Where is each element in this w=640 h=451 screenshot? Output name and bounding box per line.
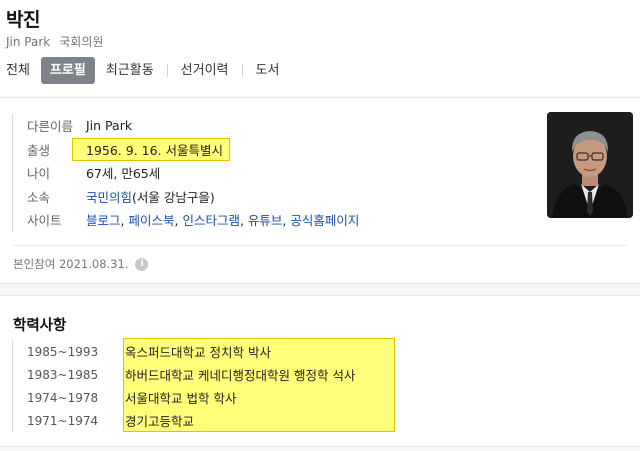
education-years: 1971~1974	[27, 413, 99, 428]
education-item: 1983~1985 하버드대학교 케네디행정대학원 행정학 석사	[27, 363, 355, 386]
tab-all[interactable]: 전체	[6, 57, 30, 84]
portrait-image	[547, 112, 633, 218]
profile-header: 박진 Jin Park 국회의원 전체 프로필 최근활동 선거이력 도서	[0, 0, 640, 96]
tab-recent-activity[interactable]: 최근활동	[106, 57, 154, 84]
verified-text: 본인참여 2021.08.31.	[13, 257, 129, 271]
age-row: 나이 67세, 만65세	[27, 161, 359, 185]
english-name: Jin Park	[6, 35, 51, 49]
education-item: 1985~1993 옥스퍼드대학교 정치학 박사	[27, 340, 355, 363]
person-role: 국회의원	[59, 35, 104, 49]
affiliation-label: 소속	[27, 189, 51, 205]
profile-card: 다른이름 Jin Park 출생 1956. 9. 16. 서울특별시 나이 6…	[0, 97, 640, 284]
education-school: 서울대학교 법학 학사	[125, 391, 237, 406]
education-school: 경기고등학교	[125, 414, 195, 429]
education-item: 1974~1978 서울대학교 법학 학사	[27, 386, 355, 409]
site-label: 사이트	[27, 213, 62, 229]
other-name-label: 다른이름	[27, 119, 74, 135]
person-name: 박진	[6, 9, 40, 31]
blog-link[interactable]: 블로그	[86, 213, 121, 228]
verification-note: 본인참여 2021.08.31. i	[13, 256, 149, 272]
site-row: 사이트 블로그, 페이스북, 인스타그램, 유튜브, 공식홈페이지	[27, 208, 359, 232]
education-years: 1974~1978	[27, 390, 99, 405]
profile-info-list: 다른이름 Jin Park 출생 1956. 9. 16. 서울특별시 나이 6…	[12, 114, 359, 232]
education-item: 1971~1974 경기고등학교	[27, 409, 355, 432]
education-years: 1983~1985	[27, 367, 99, 382]
tab-divider	[241, 64, 243, 77]
link-separator: ,	[239, 213, 248, 229]
district-text: (서울 강남구을)	[132, 189, 215, 205]
person-subtitle: Jin Park 국회의원	[6, 33, 103, 50]
info-icon[interactable]: i	[135, 257, 149, 271]
tab-books[interactable]: 도서	[256, 57, 280, 84]
instagram-link[interactable]: 인스타그램	[182, 213, 240, 228]
card-divider	[12, 245, 628, 246]
birth-row: 출생 1956. 9. 16. 서울특별시	[27, 137, 359, 162]
tab-divider	[166, 64, 168, 77]
age-value: 67세, 만65세	[86, 166, 161, 182]
youtube-link[interactable]: 유튜브	[248, 213, 283, 228]
party-link[interactable]: 국민의힘	[86, 190, 132, 205]
education-card: 학력사항 1985~1993 옥스퍼드대학교 정치학 박사 1983~1985 …	[0, 295, 640, 447]
profile-photo[interactable]	[547, 112, 633, 218]
official-homepage-link[interactable]: 공식홈페이지	[290, 213, 359, 228]
tab-bar: 전체 프로필 최근활동 선거이력 도서	[6, 57, 279, 84]
education-school: 옥스퍼드대학교 정치학 박사	[125, 345, 271, 360]
other-name-value: Jin Park	[86, 118, 133, 134]
affiliation-row: 소속 국민의힘(서울 강남구을)	[27, 185, 359, 209]
education-list: 1985~1993 옥스퍼드대학교 정치학 박사 1983~1985 하버드대학…	[12, 340, 355, 432]
education-years: 1985~1993	[27, 344, 99, 359]
tab-profile[interactable]: 프로필	[40, 57, 95, 84]
education-title: 학력사항	[13, 318, 67, 334]
birth-value: 1956. 9. 16. 서울특별시	[71, 137, 231, 161]
site-links: 블로그, 페이스북, 인스타그램, 유튜브, 공식홈페이지	[86, 210, 359, 229]
other-name-row: 다른이름 Jin Park	[27, 114, 359, 138]
facebook-link[interactable]: 페이스북	[128, 213, 174, 228]
age-label: 나이	[27, 166, 51, 182]
tab-election-history[interactable]: 선거이력	[181, 57, 229, 84]
affiliation-value: 국민의힘(서울 강남구을)	[86, 187, 215, 206]
education-school: 하버드대학교 케네디행정대학원 행정학 석사	[125, 368, 356, 383]
